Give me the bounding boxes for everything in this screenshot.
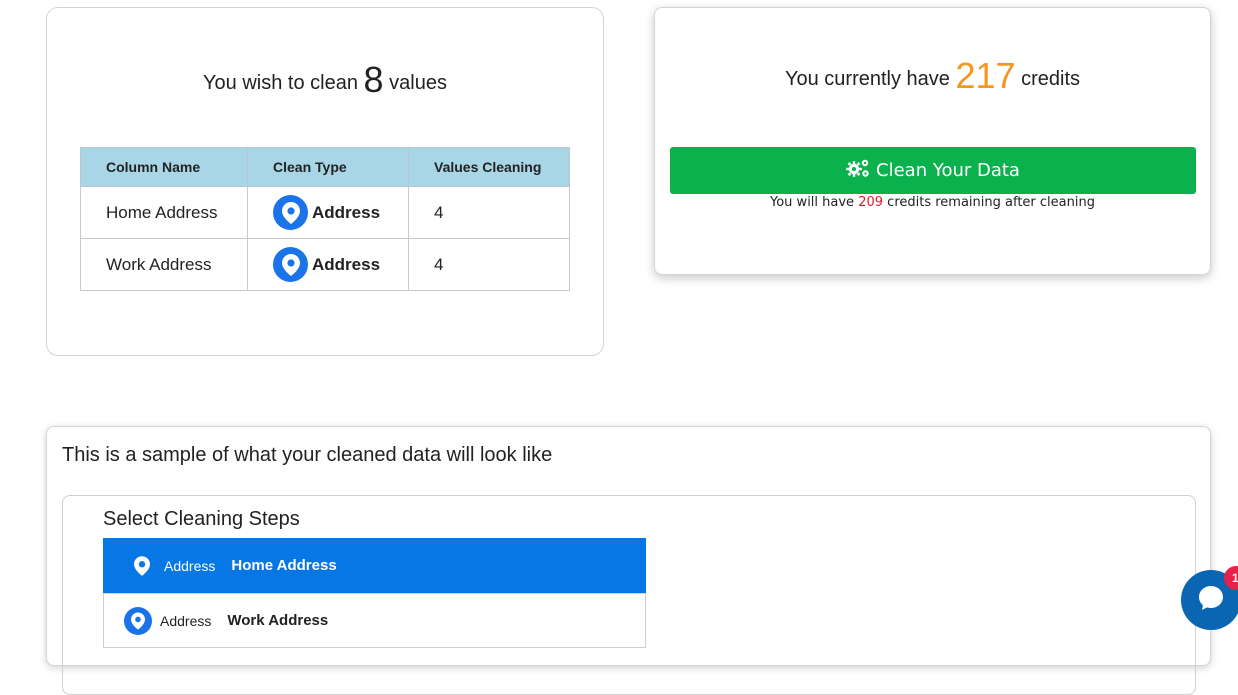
credits-amount: 217 (955, 55, 1016, 96)
sample-title: This is a sample of what your cleaned da… (62, 444, 553, 466)
clean-columns-table: Column Name Clean Type Values Cleaning H… (80, 147, 570, 291)
cleaning-step-home-address[interactable]: Address Home Address (103, 538, 646, 593)
location-pin-icon (273, 195, 308, 230)
values-cleaning-cell: 4 (408, 186, 570, 239)
remaining-note-prefix: You will have (770, 195, 855, 210)
clean-type-cell: Address (247, 238, 409, 291)
clean-your-data-button[interactable]: Clean Your Data (670, 147, 1196, 194)
location-pin-icon (124, 606, 152, 635)
column-name-cell: Home Address (80, 186, 248, 239)
table-header-row: Column Name Clean Type Values Cleaning (80, 147, 570, 187)
credits-headline: You currently have 217 credits (655, 58, 1210, 94)
values-cleaning-cell: 4 (408, 238, 570, 291)
table-row: Work Address Address 4 (80, 238, 570, 291)
step-column-label: Home Address (231, 557, 337, 574)
values-headline: You wish to clean 8 values (47, 62, 603, 98)
step-type-label: Address (160, 612, 212, 629)
clean-your-data-label: Clean Your Data (876, 160, 1020, 181)
cogs-icon (846, 158, 870, 183)
credits-card: You currently have 217 credits Clean You… (654, 7, 1211, 275)
values-cleaning-header: Values Cleaning (408, 147, 570, 187)
column-name-cell: Work Address (80, 238, 248, 291)
remaining-credits-count: 209 (858, 195, 884, 210)
column-name-header: Column Name (80, 147, 248, 187)
location-pin-icon (273, 247, 308, 282)
cleaning-steps-panel: Select Cleaning Steps Address Home Addre… (62, 495, 1196, 695)
remaining-note-suffix: credits remaining after cleaning (887, 195, 1095, 210)
clean-summary-card: You wish to clean 8 values Column Name C… (46, 7, 604, 356)
table-row: Home Address Address 4 (80, 186, 570, 239)
values-headline-suffix: values (389, 72, 447, 94)
values-count: 8 (363, 59, 384, 100)
step-type-label: Address (164, 557, 216, 574)
location-pin-icon (128, 552, 156, 580)
clean-type-cell: Address (247, 186, 409, 239)
remaining-credits-note: You will have 209 credits remaining afte… (655, 195, 1210, 210)
clean-type-header: Clean Type (247, 147, 409, 187)
sample-preview-card: This is a sample of what your cleaned da… (46, 426, 1211, 695)
step-column-label: Work Address (227, 612, 329, 629)
values-headline-prefix: You wish to clean (203, 72, 358, 94)
clean-type-label: Address (312, 202, 381, 222)
credits-headline-suffix: credits (1021, 68, 1081, 90)
cleaning-steps-title: Select Cleaning Steps (103, 508, 300, 530)
clean-type-label: Address (312, 254, 381, 274)
chat-bubble-icon (1196, 583, 1226, 618)
credits-headline-prefix: You currently have (784, 68, 950, 90)
cleaning-step-work-address[interactable]: Address Work Address (103, 593, 646, 648)
